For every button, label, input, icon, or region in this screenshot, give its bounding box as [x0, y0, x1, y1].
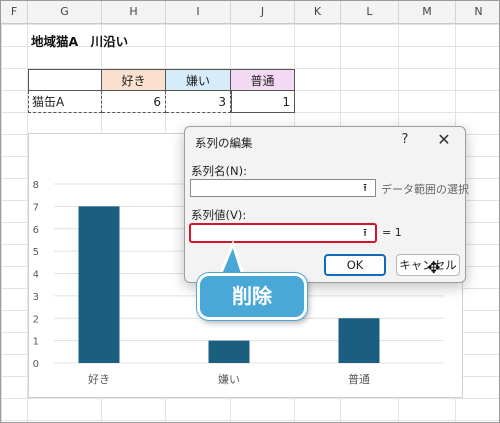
y-tick-label: 0 — [33, 359, 39, 370]
table-row-label[interactable]: 猫缶A — [28, 91, 102, 113]
x-category-label: 普通 — [348, 372, 370, 386]
chart-bar[interactable] — [208, 340, 250, 363]
table-header-like[interactable]: 好き — [102, 69, 166, 91]
series-name-hint: データ範囲の選択 — [381, 183, 469, 196]
column-header-n[interactable]: N — [456, 1, 499, 23]
column-header-g[interactable]: G — [28, 1, 102, 23]
y-tick-label: 2 — [33, 314, 39, 325]
column-header-j[interactable]: J — [231, 1, 295, 23]
y-tick-label: 5 — [33, 247, 39, 258]
x-category-label: 好き — [88, 372, 110, 386]
series-name-label: 系列名(N): — [191, 164, 247, 178]
range-select-icon[interactable]: ⭱ — [356, 180, 374, 196]
column-header-m[interactable]: M — [399, 1, 456, 23]
column-header-l[interactable]: L — [341, 1, 399, 23]
help-button[interactable]: ? — [397, 132, 413, 147]
y-tick-label: 8 — [33, 180, 39, 191]
delete-callout: 削除 — [197, 273, 307, 320]
series-values-input[interactable]: ⭱ — [189, 223, 377, 243]
mouse-cursor-icon: ✥ — [427, 258, 441, 277]
series-values-label: 系列値(V): — [191, 208, 247, 222]
series-values-result: = 1 — [382, 226, 402, 239]
table-value-like[interactable]: 6 — [102, 91, 166, 113]
column-header-i[interactable]: I — [166, 1, 231, 23]
y-tick-label: 6 — [33, 225, 39, 236]
y-tick-label: 7 — [33, 202, 39, 213]
close-icon[interactable]: ✕ — [435, 130, 453, 149]
chart-bar[interactable] — [338, 318, 380, 363]
table-corner-cell[interactable] — [28, 69, 102, 91]
x-category-label: 嫌い — [218, 372, 240, 386]
table-value-average[interactable]: 1 — [231, 91, 295, 113]
sheet-title[interactable]: 地域猫A 川沿い — [31, 31, 128, 50]
table-value-dislike[interactable]: 3 — [166, 91, 231, 113]
column-header-h[interactable]: H — [102, 1, 166, 23]
column-header-f[interactable]: F — [1, 1, 28, 23]
column-header-k[interactable]: K — [295, 1, 341, 23]
y-tick-label: 4 — [33, 270, 39, 281]
spreadsheet-window: F G H I J K L M N 地域猫A 川沿い 好き 嫌い 普通 猫缶A … — [0, 0, 500, 423]
series-name-input[interactable]: ⭱ — [190, 179, 376, 197]
callout-pointer — [217, 241, 246, 277]
chart-bar[interactable] — [78, 206, 120, 363]
table-header-average[interactable]: 普通 — [231, 69, 295, 91]
y-tick-label: 3 — [33, 292, 39, 303]
range-select-icon[interactable]: ⭱ — [356, 225, 374, 241]
ok-button[interactable]: OK — [324, 254, 386, 276]
table-header-dislike[interactable]: 嫌い — [166, 69, 231, 91]
y-tick-label: 1 — [33, 337, 39, 348]
column-header-bar: F G H I J K L M N — [1, 1, 499, 24]
dialog-title: 系列の編集 — [195, 136, 253, 150]
